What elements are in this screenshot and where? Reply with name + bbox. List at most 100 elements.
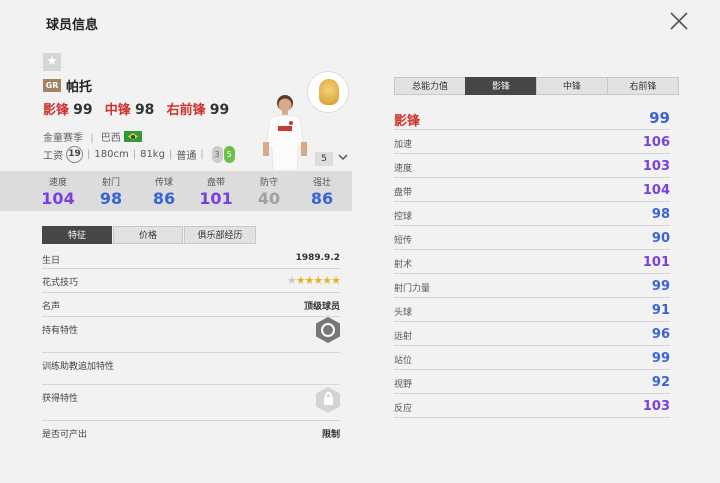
page-title: 球员信息 [46,18,99,33]
season-label: 金童赛季 [43,133,83,144]
attribute-label: 站位 [394,356,413,366]
attribute-row: 反应 103 [394,394,670,418]
stat-label: 强壮 [312,178,331,188]
list-item: 训练助教追加特性 [42,353,340,385]
attribute-value: 91 [651,303,670,318]
skill-stars: ★★★★★★ [286,274,341,287]
weak-foot-right: 5 [223,146,235,163]
position-label: 影锋 [43,103,70,118]
level-badge[interactable]: 5 [315,152,333,166]
stat-item: 盘带 101 [191,175,241,208]
stat-value: 101 [199,189,233,208]
attribute-row: 盘带 104 [394,178,670,202]
favorite-star-icon[interactable]: ★ [43,53,61,71]
attribute-value: 99 [649,109,670,127]
list-item: 获得特性 [42,385,340,421]
list-item: 名声 顶级球员 [42,293,340,317]
attribute-value: 92 [651,375,670,390]
club-logo [307,71,349,113]
player-photo [263,95,307,170]
skill-moves-label: 花式技巧 [42,278,79,288]
nationality-label: 巴西 [100,133,121,144]
attribute-label: 盘带 [394,188,413,198]
stat-label: 速度 [48,178,67,188]
attribute-value: 96 [651,327,670,342]
attribute-row: 影锋 99 [394,106,670,130]
stat-value: 86 [152,189,176,208]
attribute-row: 控球 98 [394,202,670,226]
attribute-value: 103 [642,159,670,174]
stat-label: 传球 [154,178,173,188]
attribute-value: 103 [642,399,670,414]
acquired-traits-label: 获得特性 [42,394,79,404]
attribute-row: 加速 106 [394,130,670,154]
attribute-label: 射术 [394,260,413,270]
tab-rw[interactable]: 右前锋 [607,77,679,95]
player-name: 帕托 [66,80,93,95]
weight-value: 81kg [140,149,165,160]
attribute-value: 98 [651,207,670,222]
tab-st[interactable]: 中锋 [536,77,607,95]
stat-summary: 速度 104 射门 98 传球 86 盘带 101 防守 40 强壮 86 [0,171,352,211]
player-info: 工资 19 | 180cm | 81kg | 普通 | 3 5 [43,146,235,163]
list-item: 花式技巧 ★★★★★★ [42,269,341,293]
position-value: 99 [73,102,93,118]
attribute-label: 控球 [394,212,413,222]
position-ratings: 影锋 99 中锋 98 右前锋 99 [43,99,237,118]
producible-label: 是否可产出 [42,430,88,440]
attribute-value: 104 [642,183,670,198]
detail-tabs: 特征 价格 俱乐部经历 [42,226,257,244]
trait-icon[interactable] [316,317,340,343]
brazil-flag-icon [123,131,142,142]
stat-value: 86 [310,189,334,208]
position-label: 右前锋 [166,103,206,118]
stat-item: 射门 98 [86,175,136,208]
body-type: 普通 [176,151,197,162]
tab-ss[interactable]: 影锋 [465,77,536,95]
position-tag: GR [43,79,61,92]
attribute-row: 站位 99 [394,346,670,370]
attribute-label: 头球 [394,308,413,318]
reputation-value: 顶级球员 [303,302,340,312]
attribute-value: 106 [642,135,670,150]
close-icon[interactable] [668,10,690,32]
tab-club-history[interactable]: 俱乐部经历 [184,226,256,244]
tab-traits[interactable]: 特征 [42,226,112,244]
attribute-label: 速度 [394,164,413,174]
attribute-label: 反应 [394,404,413,414]
tab-overall[interactable]: 总能力值 [394,77,465,95]
attribute-value: 101 [642,255,670,270]
birthday-label: 生日 [42,256,61,266]
attribute-row: 远射 96 [394,322,670,346]
stat-item: 防守 40 [244,175,294,208]
birthday-value: 1989.9.2 [295,253,340,263]
detail-list: 生日 1989.9.2 花式技巧 ★★★★★★ 名声 顶级球员 持有特性 训练助… [42,247,341,443]
stat-value: 98 [99,189,123,208]
attribute-value: 99 [651,351,670,366]
stat-label: 防守 [259,178,278,188]
attribute-row: 头球 91 [394,298,670,322]
position-value: 99 [209,102,230,118]
stat-label: 射门 [101,178,120,188]
list-item: 持有特性 [42,317,340,353]
producible-value: 限制 [321,430,340,440]
chevron-down-icon[interactable] [337,151,349,163]
attribute-row: 速度 103 [394,154,670,178]
attribute-label: 影锋 [394,114,421,129]
height-value: 180cm [94,149,129,160]
tab-price[interactable]: 价格 [113,226,183,244]
stat-item: 速度 104 [33,175,83,208]
attribute-list: 影锋 99 加速 106 速度 103 盘带 104 控球 98 短传 90 射… [394,106,670,418]
stat-value: 40 [257,189,281,208]
attribute-label: 射门力量 [394,284,431,294]
position-label: 中锋 [104,103,131,118]
attribute-row: 短传 90 [394,226,670,250]
weak-foot-left: 3 [211,146,223,163]
attribute-label: 视野 [394,380,413,390]
reputation-label: 名声 [42,302,61,312]
stat-label: 盘带 [206,178,225,188]
owned-traits-label: 持有特性 [42,326,79,336]
list-item: 生日 1989.9.2 [42,247,340,269]
attribute-row: 视野 92 [394,370,670,394]
wage-value: 19 [66,146,83,163]
